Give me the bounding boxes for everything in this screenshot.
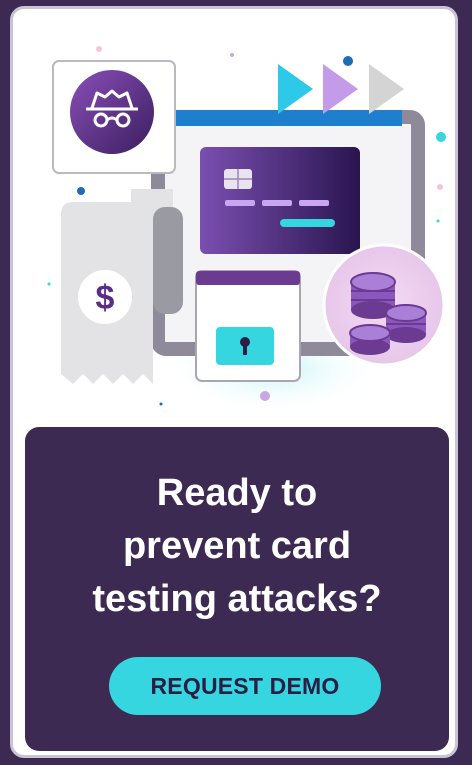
credit-card-icon (200, 147, 360, 254)
request-demo-button[interactable]: REQUEST DEMO (109, 657, 381, 715)
cta-headline: Ready to prevent card testing attacks? (92, 472, 382, 620)
dollar-sign-icon: $ (96, 279, 115, 317)
coin-stack-icon (322, 243, 446, 367)
cta-panel: Ready to prevent card testing attacks? R… (25, 427, 449, 751)
padlock-icon (195, 270, 301, 382)
promo-card: $ Ready to prevent card testing attacks?… (10, 6, 458, 758)
card-testing-illustration: $ (47, 46, 446, 414)
play-arrows-icon (278, 64, 313, 114)
